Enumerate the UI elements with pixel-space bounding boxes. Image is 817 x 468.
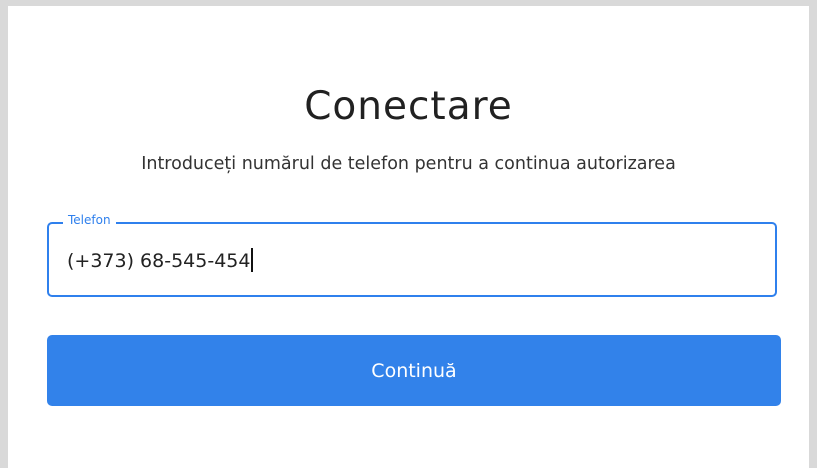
phone-field[interactable]: Telefon (+373) 68-545-454 xyxy=(47,213,781,297)
phone-input-value: (+373) 68-545-454 xyxy=(67,250,251,272)
page-subtitle: Introduceți numărul de telefon pentru a … xyxy=(141,154,676,174)
phone-field-label: Telefon xyxy=(63,213,116,227)
page-title: Conectare xyxy=(304,84,513,129)
phone-input[interactable]: (+373) 68-545-454 xyxy=(67,248,253,273)
text-caret xyxy=(251,248,253,272)
continue-button[interactable]: Continuă xyxy=(47,335,781,406)
login-panel: Conectare Introduceți numărul de telefon… xyxy=(8,6,809,468)
continue-button-label: Continuă xyxy=(371,359,457,382)
